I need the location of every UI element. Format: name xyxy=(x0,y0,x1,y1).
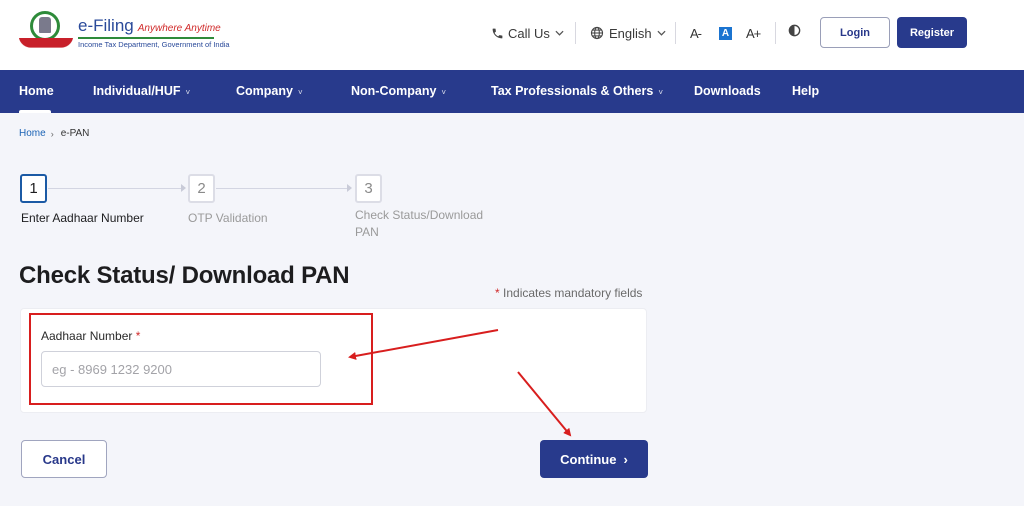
logo-title: e-Filing xyxy=(78,15,134,35)
step-2-number: 2 xyxy=(188,174,215,203)
nav-item-help[interactable]: Help xyxy=(792,70,819,113)
continue-button[interactable]: Continue › xyxy=(540,440,648,478)
nav-item-individual-huf[interactable]: Individual/HUF ˅ xyxy=(93,70,190,113)
cancel-button[interactable]: Cancel xyxy=(21,440,107,478)
chevron-down-icon: ˅ xyxy=(441,88,447,97)
decrease-font-button[interactable]: A- xyxy=(690,17,702,49)
register-button[interactable]: Register xyxy=(897,17,967,48)
nav-item-company[interactable]: Company ˅ xyxy=(236,70,303,113)
language-dropdown[interactable]: English xyxy=(590,17,666,49)
nav-active-indicator xyxy=(19,110,51,113)
login-button[interactable]: Login xyxy=(820,17,890,48)
chevron-down-icon xyxy=(657,30,666,36)
language-selected: English xyxy=(609,25,652,41)
step-arrow-icon xyxy=(181,184,186,192)
increase-font-button[interactable]: A+ xyxy=(746,17,761,49)
page-title: Check Status/ Download PAN xyxy=(19,262,350,289)
main-nav: Home Individual/HUF ˅ Company ˅ Non-Compan… xyxy=(0,70,1024,113)
header-divider xyxy=(775,22,776,44)
nav-item-tax-professionals[interactable]: Tax Professionals & Others ˅ xyxy=(491,70,663,113)
chevron-right-icon: › xyxy=(50,128,54,139)
nav-item-non-company[interactable]: Non-Company ˅ xyxy=(351,70,446,113)
step-3-label: Check Status/Download PAN xyxy=(355,208,484,239)
decrease-font-icon: A- xyxy=(690,25,702,41)
call-us-dropdown[interactable]: Call Us xyxy=(491,17,564,49)
site-header: e-Filing Anywhere Anytime Income Tax Dep… xyxy=(0,0,1024,70)
header-divider xyxy=(575,22,576,44)
step-connector xyxy=(48,188,182,189)
aadhaar-number-input[interactable] xyxy=(41,351,321,387)
continue-label: Continue xyxy=(560,451,617,467)
header-divider xyxy=(675,22,676,44)
step-arrow-icon xyxy=(347,184,352,192)
step-1-number: 1 xyxy=(20,174,47,203)
step-connector xyxy=(216,188,348,189)
required-marker: * xyxy=(135,329,141,343)
default-font-icon: A xyxy=(719,26,732,40)
chevron-down-icon: ˅ xyxy=(297,88,303,97)
logo-tagline: Anywhere Anytime xyxy=(137,22,221,34)
chevron-down-icon: ˅ xyxy=(185,88,191,97)
default-font-button[interactable]: A xyxy=(719,17,732,49)
logo-divider xyxy=(78,36,214,39)
efiling-logo[interactable]: e-Filing Anywhere Anytime Income Tax Dep… xyxy=(18,10,230,52)
nav-item-home[interactable]: Home xyxy=(19,70,54,113)
increase-font-icon: A+ xyxy=(746,25,761,41)
breadcrumb-current: e-PAN xyxy=(60,128,90,139)
step-3-number: 3 xyxy=(355,174,382,203)
contrast-toggle[interactable] xyxy=(788,17,801,49)
chevron-down-icon xyxy=(555,30,564,36)
aadhaar-number-label: Aadhaar Number * xyxy=(41,329,141,343)
chevron-down-icon: ˅ xyxy=(658,88,663,97)
phone-icon xyxy=(491,27,504,40)
breadcrumb: Home › e-PAN xyxy=(19,128,89,139)
nav-item-downloads[interactable]: Downloads xyxy=(694,70,761,113)
contrast-icon xyxy=(788,24,801,42)
emblem-icon xyxy=(18,10,74,52)
mandatory-fields-note: * Indicates mandatory fields xyxy=(495,286,643,300)
step-1-label: Enter Aadhaar Number xyxy=(21,211,144,225)
breadcrumb-home-link[interactable]: Home xyxy=(19,128,46,139)
step-2-label: OTP Validation xyxy=(188,211,268,225)
call-us-label: Call Us xyxy=(508,25,550,41)
globe-icon xyxy=(590,26,604,40)
chevron-right-icon: › xyxy=(623,451,628,467)
logo-subtitle: Income Tax Department, Government of Ind… xyxy=(78,39,230,49)
